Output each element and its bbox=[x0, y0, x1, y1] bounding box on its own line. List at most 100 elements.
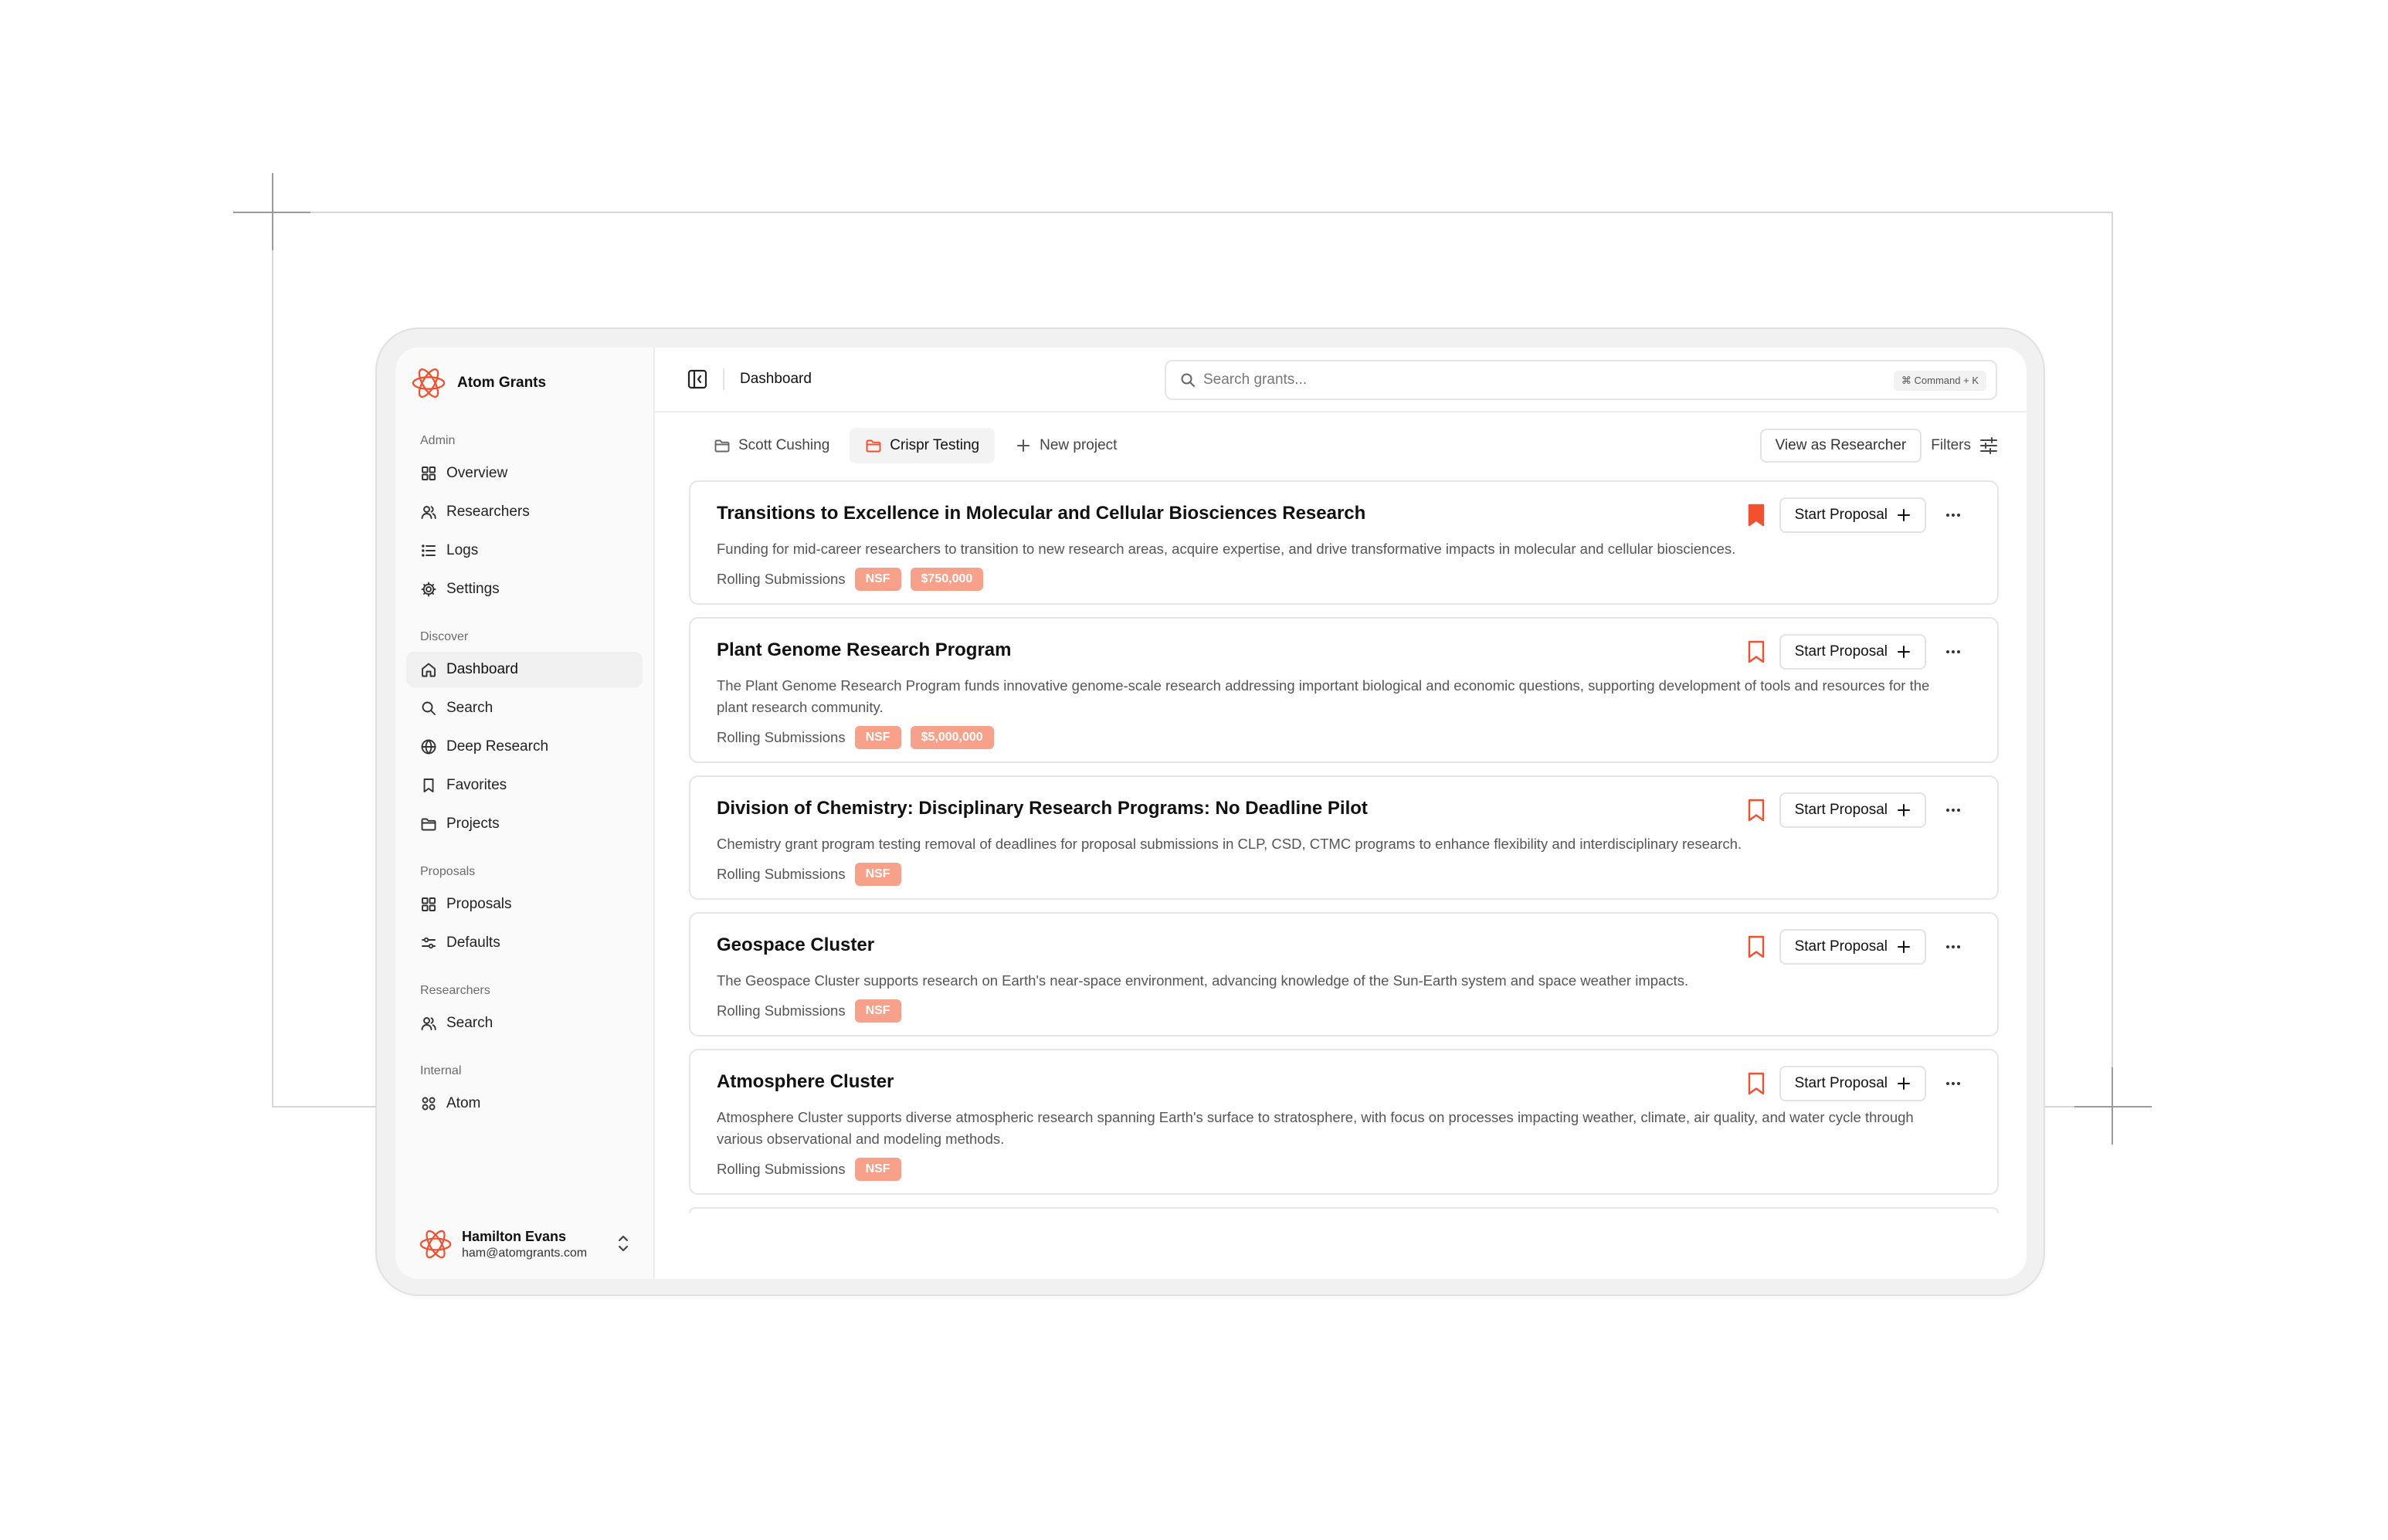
grant-description: Funding for mid-career researchers to tr… bbox=[717, 541, 1736, 557]
start-proposal-button[interactable]: Start Proposal bbox=[1779, 497, 1926, 533]
sidebar-item-internal-atom[interactable]: Atom bbox=[406, 1086, 643, 1121]
search-input[interactable] bbox=[1203, 371, 1996, 388]
grant-meta: Rolling Submissions NSF bbox=[717, 1158, 1971, 1181]
agency-badge: NSF bbox=[854, 1158, 901, 1181]
sidebar-item-label: Logs bbox=[446, 542, 479, 558]
grant-description: Chemistry grant program testing removal … bbox=[717, 836, 1742, 852]
submission-type: Rolling Submissions bbox=[717, 571, 846, 587]
tab-crispr-testing[interactable]: Crispr Testing bbox=[850, 428, 996, 463]
app-name: Atom Grants bbox=[457, 375, 547, 391]
folder-icon bbox=[714, 437, 731, 454]
grant-description: The Plant Genome Research Program funds … bbox=[717, 677, 1930, 715]
tab-label: Crispr Testing bbox=[890, 437, 980, 453]
agency-badge: NSF bbox=[854, 863, 901, 886]
grant-meta: Rolling Submissions NSF $750,000 bbox=[717, 568, 1971, 591]
new-project-button[interactable]: New project bbox=[999, 428, 1132, 463]
more-options-icon[interactable] bbox=[1943, 505, 1963, 525]
topbar-divider bbox=[723, 368, 724, 390]
filters-button[interactable]: Filters bbox=[1931, 436, 1999, 456]
start-proposal-button[interactable]: Start Proposal bbox=[1779, 1066, 1926, 1101]
sidebar-item-admin-settings[interactable]: Settings bbox=[406, 572, 643, 607]
amount-badge: $5,000,000 bbox=[910, 726, 994, 749]
plus-icon bbox=[1897, 508, 1911, 522]
section-label-discover: Discover bbox=[420, 630, 469, 643]
more-options-icon[interactable] bbox=[1943, 642, 1963, 662]
grant-card[interactable]: Geospace Cluster The Geospace Cluster sup… bbox=[689, 912, 1999, 1036]
tab-scott-cushing[interactable]: Scott Cushing bbox=[698, 428, 845, 463]
device-frame: Atom Grants Admin Overview Researchers Logs… bbox=[375, 327, 2045, 1296]
chevron-up-down-icon[interactable] bbox=[615, 1233, 632, 1254]
sidebar-toggle-icon[interactable] bbox=[687, 369, 707, 389]
grant-card[interactable]: Plant Genome Research Program The Plant G… bbox=[689, 617, 1999, 763]
sidebar-item-admin-researchers[interactable]: Researchers bbox=[406, 494, 643, 530]
submission-type: Rolling Submissions bbox=[717, 1161, 846, 1177]
sidebar-item-discover-deep-research[interactable]: Deep Research bbox=[406, 729, 643, 765]
sidebar-item-discover-favorites[interactable]: Favorites bbox=[406, 768, 643, 803]
sidebar-item-label: Projects bbox=[446, 816, 500, 832]
sidebar-item-discover-projects[interactable]: Projects bbox=[406, 806, 643, 842]
more-options-icon[interactable] bbox=[1943, 800, 1963, 820]
filters-label: Filters bbox=[1931, 437, 1971, 453]
start-proposal-button[interactable]: Start Proposal bbox=[1779, 929, 1926, 965]
start-proposal-button[interactable]: Start Proposal bbox=[1779, 634, 1926, 670]
sidebar-item-proposals-defaults[interactable]: Defaults bbox=[406, 925, 643, 961]
list-icon bbox=[420, 542, 437, 559]
section-label-proposals: Proposals bbox=[420, 865, 476, 878]
view-as-researcher-button[interactable]: View as Researcher bbox=[1759, 429, 1922, 463]
sidebar-item-researchers-search[interactable]: Search bbox=[406, 1006, 643, 1041]
brand[interactable]: Atom Grants bbox=[406, 354, 643, 412]
search-bar[interactable]: ⌘ Command + K bbox=[1165, 360, 1997, 400]
frame-line-left bbox=[272, 212, 273, 1108]
breadcrumb[interactable]: Dashboard bbox=[740, 371, 812, 388]
gear-icon bbox=[420, 581, 437, 598]
amount-badge: $750,000 bbox=[910, 568, 984, 591]
bookmark-icon[interactable] bbox=[1745, 798, 1767, 823]
sidebar-item-admin-logs[interactable]: Logs bbox=[406, 533, 643, 568]
more-options-icon[interactable] bbox=[1943, 937, 1963, 957]
submission-type: Rolling Submissions bbox=[717, 1002, 846, 1019]
user-menu[interactable]: Hamilton Evans ham@atomgrants.com bbox=[406, 1216, 643, 1273]
folder-icon bbox=[420, 816, 437, 833]
sidebar-item-admin-overview[interactable]: Overview bbox=[406, 456, 643, 491]
bookmark-icon bbox=[420, 777, 437, 794]
submission-type: Rolling Submissions bbox=[717, 729, 846, 745]
sidebar-item-label: Dashboard bbox=[446, 661, 518, 677]
search-icon bbox=[1181, 373, 1195, 387]
sidebar-item-label: Researchers bbox=[446, 504, 530, 520]
plus-icon bbox=[1897, 1077, 1911, 1091]
users-icon bbox=[420, 1015, 437, 1032]
project-tabs: Scott Cushing Crispr Testing New project … bbox=[698, 428, 1999, 463]
atom-logo-icon bbox=[412, 368, 446, 398]
start-proposal-button[interactable]: Start Proposal bbox=[1779, 792, 1926, 828]
start-proposal-label: Start Proposal bbox=[1794, 507, 1888, 523]
grant-card[interactable]: Division of Chemistry: Disciplinary Rese… bbox=[689, 775, 1999, 900]
sidebar-item-discover-search[interactable]: Search bbox=[406, 690, 643, 726]
sidebar: Atom Grants Admin Overview Researchers Logs… bbox=[395, 348, 653, 1279]
folder-icon bbox=[865, 437, 882, 454]
grant-actions: Start Proposal bbox=[1745, 792, 1963, 828]
frame-line-right bbox=[2112, 212, 2113, 1108]
more-options-icon[interactable] bbox=[1943, 1074, 1963, 1094]
tab-label: Scott Cushing bbox=[738, 437, 830, 453]
bookmark-icon[interactable] bbox=[1745, 639, 1767, 664]
sidebar-item-label: Proposals bbox=[446, 896, 512, 912]
sidebar-item-label: Atom bbox=[446, 1095, 481, 1111]
section-label-admin: Admin bbox=[420, 434, 456, 447]
start-proposal-label: Start Proposal bbox=[1794, 1075, 1888, 1091]
sidebar-item-discover-dashboard[interactable]: Dashboard bbox=[406, 652, 643, 687]
plus-icon bbox=[1897, 803, 1911, 817]
crosshair-bottom-right-v bbox=[2112, 1067, 2113, 1145]
bookmark-filled-icon[interactable] bbox=[1745, 503, 1767, 527]
atom-grid-icon bbox=[420, 1095, 437, 1112]
sidebar-item-label: Settings bbox=[446, 581, 500, 597]
bookmark-icon[interactable] bbox=[1745, 935, 1767, 959]
filters-sliders-icon bbox=[1980, 437, 1997, 454]
top-bar: Dashboard ⌘ Command + K bbox=[655, 348, 2027, 412]
bookmark-icon[interactable] bbox=[1745, 1071, 1767, 1096]
grant-card[interactable]: Transitions to Excellence in Molecular a… bbox=[689, 480, 1999, 605]
grid-icon bbox=[420, 896, 437, 913]
plus-icon bbox=[1017, 439, 1030, 452]
grant-card[interactable]: Atmosphere Cluster Atmosphere Cluster sup… bbox=[689, 1049, 1999, 1195]
sidebar-item-proposals-proposals[interactable]: Proposals bbox=[406, 887, 643, 922]
agency-badge: NSF bbox=[854, 999, 901, 1023]
